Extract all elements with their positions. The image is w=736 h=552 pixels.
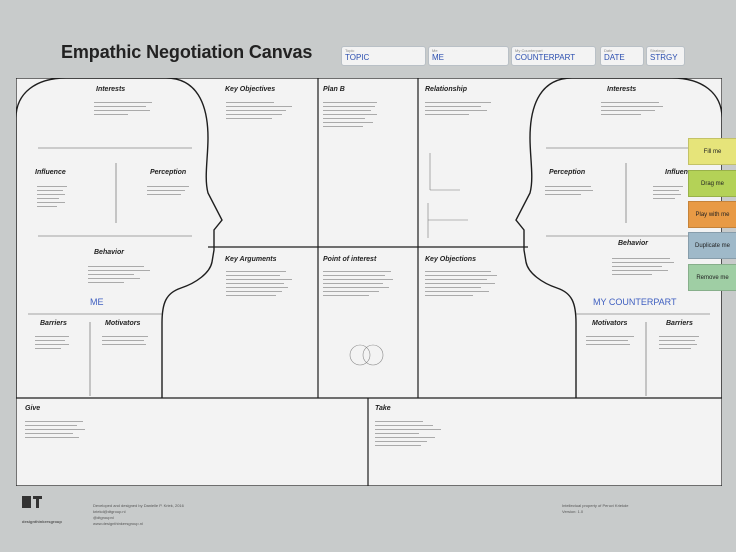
interests-right-label: Interests	[607, 86, 637, 93]
canvas-page: Empathic Negotiation Canvas Topic TOPIC …	[0, 0, 736, 552]
key-objectives-label: Key Objectives	[225, 86, 276, 93]
barriers-right-notes	[659, 336, 699, 352]
footer-rights: Intellectual property of Peruvi Kriekde …	[562, 503, 628, 515]
remove-me-button[interactable]: Remove me	[688, 264, 736, 291]
perception-right-label: Perception	[549, 169, 586, 176]
brand-logo: designthinkersgroup	[22, 494, 62, 525]
key-arguments-notes	[226, 271, 292, 299]
influence-label: Influence	[35, 169, 66, 176]
key-arguments-label: Key Arguments	[225, 256, 277, 263]
point-of-interest-notes	[323, 271, 393, 299]
relationship-label: Relationship	[425, 86, 468, 93]
motivators-left-notes	[102, 336, 148, 348]
me-field-value: ME	[432, 53, 444, 62]
motivators-left-label: Motivators	[105, 320, 141, 327]
counterpart-field[interactable]: My Counterpart COUNTERPART	[511, 46, 596, 66]
behavior-right-label: Behavior	[618, 240, 648, 247]
perception-left-label: Perception	[150, 169, 187, 176]
drag-me-button[interactable]: Drag me	[688, 170, 736, 197]
motivators-right-notes	[586, 336, 634, 348]
counterpart-field-value: COUNTERPART	[515, 53, 576, 62]
motivators-right-label: Motivators	[592, 320, 628, 327]
key-objectives-notes	[226, 102, 292, 122]
me-field[interactable]: Me ME	[428, 46, 509, 66]
brand-text: designthinkersgroup	[22, 519, 62, 524]
topic-field-value: TOPIC	[345, 53, 370, 62]
barriers-left-notes	[35, 336, 69, 352]
counterpart-label: MY COUNTERPART	[593, 297, 677, 307]
play-with-me-button[interactable]: Play with me	[688, 201, 736, 228]
point-of-interest-label: Point of interest	[323, 256, 377, 263]
topic-field[interactable]: Topic TOPIC	[341, 46, 426, 66]
behavior-left-notes	[88, 266, 150, 286]
canvas-board: Interests Influence Perception Behavior …	[16, 78, 722, 486]
me-label: ME	[90, 297, 104, 307]
behavior-left-label: Behavior	[94, 249, 124, 256]
relationship-notes	[425, 102, 491, 118]
strategy-field[interactable]: Strategy STRGY	[646, 46, 685, 66]
give-notes	[25, 421, 85, 441]
perception-right-notes	[545, 186, 593, 198]
footer-credit: Developed and designed by Danielle P. Kr…	[93, 503, 184, 527]
influence-notes	[37, 186, 67, 210]
key-objections-label: Key Objections	[425, 256, 476, 263]
take-notes	[375, 421, 441, 449]
credit-line-4: www.designthinkersgroup.nl	[93, 521, 143, 526]
rights-line-2: Version: 1.0	[562, 509, 584, 514]
date-field[interactable]: Date DATE	[600, 46, 644, 66]
barriers-left-label: Barriers	[40, 320, 67, 327]
give-label: Give	[25, 405, 41, 412]
behavior-right-notes	[612, 258, 674, 278]
influence-right-label: Influen	[665, 169, 688, 176]
take-label: Take	[375, 405, 391, 412]
date-field-value: DATE	[604, 53, 625, 62]
barriers-right-label: Barriers	[666, 320, 693, 327]
duplicate-me-button[interactable]: Duplicate me	[688, 232, 736, 259]
plan-b-label: Plan B	[323, 86, 345, 93]
perception-left-notes	[147, 186, 189, 198]
plan-b-notes	[323, 102, 377, 130]
interests-left-label: Interests	[96, 86, 126, 93]
interests-left-notes	[94, 102, 152, 118]
influence-right-notes	[653, 186, 683, 202]
fill-me-button[interactable]: Fill me	[688, 138, 736, 165]
strategy-field-value: STRGY	[650, 53, 678, 62]
page-title: Empathic Negotiation Canvas	[61, 42, 313, 62]
key-objections-notes	[425, 271, 497, 299]
interests-right-notes	[601, 102, 663, 118]
logo-mark-icon	[22, 496, 42, 508]
